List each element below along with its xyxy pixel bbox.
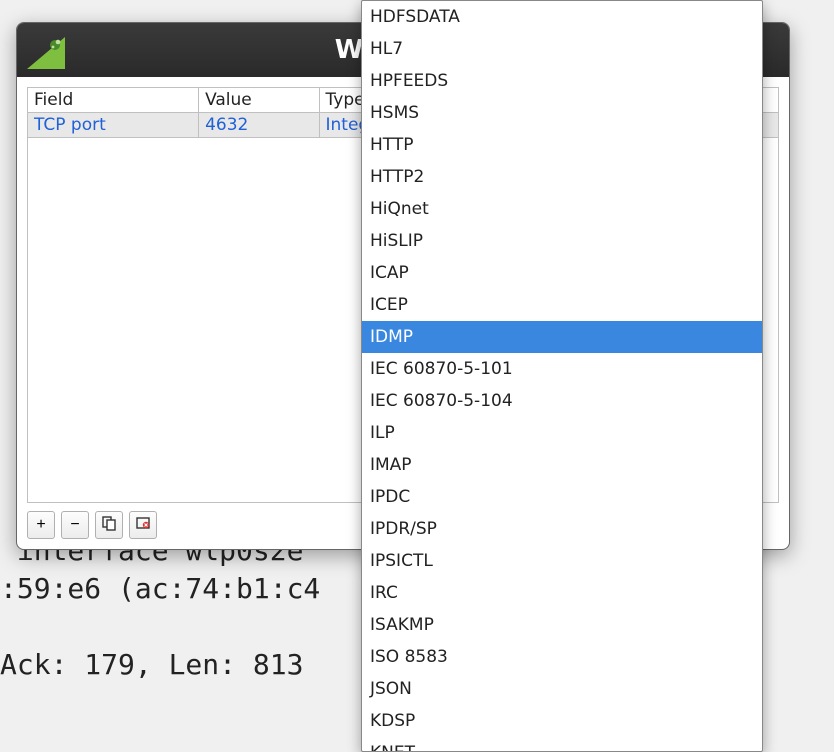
dropdown-item[interactable]: IPSICTL xyxy=(362,545,762,577)
dropdown-item[interactable]: ICEP xyxy=(362,289,762,321)
dropdown-item[interactable]: ICAP xyxy=(362,257,762,289)
remove-row-button[interactable]: − xyxy=(61,511,89,539)
minus-icon: − xyxy=(70,516,79,534)
dropdown-item[interactable]: HSMS xyxy=(362,97,762,129)
dropdown-item[interactable]: IEC 60870-5-101 xyxy=(362,353,762,385)
add-row-button[interactable]: + xyxy=(27,511,55,539)
dropdown-item[interactable]: KNET xyxy=(362,737,762,752)
protocol-dropdown-list[interactable]: HDFSDATA HL7 HPFEEDS HSMS HTTP HTTP2 HiQ… xyxy=(361,0,763,752)
cell-field[interactable]: TCP port xyxy=(28,113,199,138)
dropdown-item[interactable]: IPDR/SP xyxy=(362,513,762,545)
cell-value[interactable]: 4632 xyxy=(199,113,319,138)
clear-button[interactable] xyxy=(129,511,157,539)
dropdown-item[interactable]: HTTP xyxy=(362,129,762,161)
copy-row-button[interactable] xyxy=(95,511,123,539)
clear-icon xyxy=(135,515,151,536)
dropdown-item[interactable]: KDSP xyxy=(362,705,762,737)
copy-icon xyxy=(101,515,117,536)
dropdown-item[interactable]: ISAKMP xyxy=(362,609,762,641)
dropdown-item-selected[interactable]: IDMP xyxy=(362,321,762,353)
column-header-value[interactable]: Value xyxy=(199,88,319,113)
dropdown-item[interactable]: ISO 8583 xyxy=(362,641,762,673)
dropdown-item[interactable]: HL7 xyxy=(362,33,762,65)
column-header-field[interactable]: Field xyxy=(28,88,199,113)
dropdown-item[interactable]: HPFEEDS xyxy=(362,65,762,97)
dropdown-item[interactable]: IPDC xyxy=(362,481,762,513)
dropdown-item[interactable]: HiQnet xyxy=(362,193,762,225)
dropdown-item[interactable]: HiSLIP xyxy=(362,225,762,257)
dropdown-item[interactable]: IMAP xyxy=(362,449,762,481)
dropdown-item[interactable]: JSON xyxy=(362,673,762,705)
dropdown-item[interactable]: IEC 60870-5-104 xyxy=(362,385,762,417)
dropdown-item[interactable]: IRC xyxy=(362,577,762,609)
dropdown-item[interactable]: HTTP2 xyxy=(362,161,762,193)
dropdown-item[interactable]: HDFSDATA xyxy=(362,1,762,33)
plus-icon: + xyxy=(36,516,45,534)
dropdown-item[interactable]: ILP xyxy=(362,417,762,449)
wireshark-icon xyxy=(25,29,67,71)
